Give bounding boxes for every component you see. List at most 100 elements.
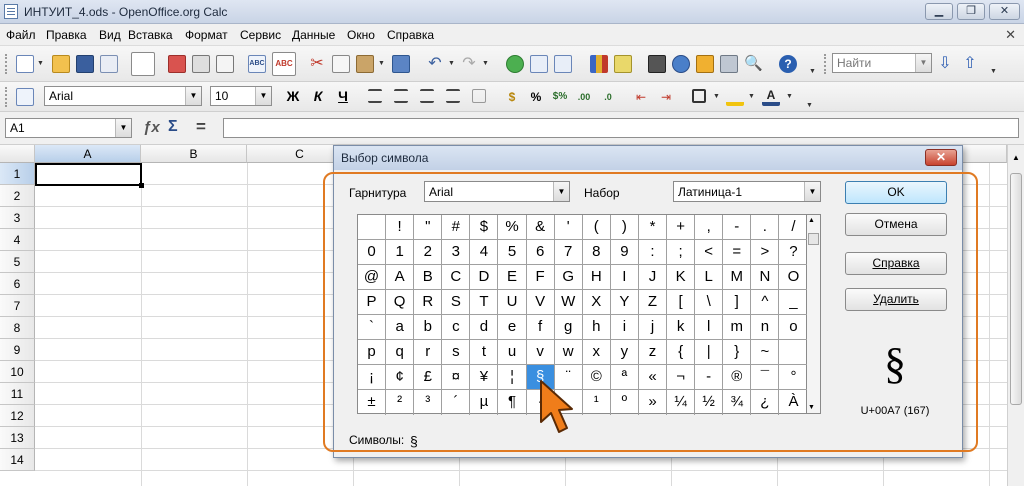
row-header-9[interactable]: 9 (0, 339, 35, 361)
symbol-cell[interactable]: W (554, 290, 583, 315)
symbol-cell[interactable]: Z (638, 290, 668, 315)
export-pdf-icon[interactable] (168, 55, 186, 73)
symbol-cell[interactable]: R (414, 290, 443, 315)
symbol-cell[interactable]: ¯ (751, 365, 780, 390)
symbol-cell[interactable]: + (667, 215, 696, 240)
standard-format-icon[interactable]: $% (551, 88, 569, 106)
symbol-cell[interactable]: h (582, 315, 611, 340)
spellcheck-icon[interactable]: ABC (248, 55, 266, 73)
symbol-cell[interactable]: C (442, 265, 471, 290)
new-document-icon[interactable] (16, 55, 34, 73)
symbol-cell[interactable]: d (470, 315, 499, 340)
symbol-cell[interactable]: u (498, 340, 527, 365)
symbol-cell[interactable]: 6 (526, 240, 555, 265)
chart-icon[interactable] (590, 55, 608, 73)
undo-icon[interactable]: ↶ (426, 55, 444, 73)
dialog-close-button[interactable]: ✕ (925, 149, 957, 166)
row-header-11[interactable]: 11 (0, 383, 35, 405)
column-header-a[interactable]: A (35, 145, 141, 163)
symbol-cell[interactable]: s (442, 340, 471, 365)
symbol-cell[interactable]: µ (470, 390, 499, 415)
symbol-cell[interactable]: ² (386, 390, 415, 415)
row-header-6[interactable]: 6 (0, 273, 35, 295)
navigator-icon[interactable] (672, 55, 690, 73)
ok-button[interactable]: OK (845, 181, 947, 204)
find-input[interactable]: Найти ▼ (832, 53, 932, 73)
symbol-cell[interactable]: ¼ (667, 390, 696, 415)
menu-edit[interactable]: Правка (46, 28, 87, 42)
column-header-b[interactable]: B (141, 145, 247, 163)
symbol-cell[interactable]: S (442, 290, 471, 315)
symbol-cell[interactable]: y (610, 340, 639, 365)
font-name-combo[interactable]: Arial ▼ (44, 86, 202, 106)
toolbar-overflow-icon[interactable]: ▼ (809, 68, 816, 75)
font-color-dropdown-icon[interactable]: ▼ (786, 93, 793, 100)
increase-indent-icon[interactable]: ⇥ (657, 88, 675, 106)
toolbar-grip[interactable] (5, 87, 9, 107)
symbol-cell[interactable] (358, 215, 387, 240)
symbol-cell[interactable]: M (723, 265, 752, 290)
align-center-icon[interactable] (394, 89, 408, 103)
symbol-cell[interactable]: r (414, 340, 443, 365)
symbol-cell[interactable]: [ (667, 290, 696, 315)
subset-select[interactable]: Латиница-1 ▼ (673, 181, 821, 202)
format-paintbrush-icon[interactable] (392, 55, 410, 73)
restore-button[interactable]: ❐ (957, 3, 985, 20)
hyperlink-icon[interactable] (506, 55, 524, 73)
symbol-cell[interactable]: ® (723, 365, 752, 390)
symbol-cell[interactable]: n (751, 315, 780, 340)
symbol-cell[interactable]: \ (695, 290, 724, 315)
row-header-8[interactable]: 8 (0, 317, 35, 339)
row-header-7[interactable]: 7 (0, 295, 35, 317)
draw-functions-icon[interactable] (614, 55, 632, 73)
new-dropdown-icon[interactable]: ▼ (37, 60, 44, 67)
help-icon[interactable]: ? (779, 55, 797, 73)
symbol-cell[interactable]: P (358, 290, 387, 315)
justify-icon[interactable] (446, 89, 460, 103)
symbol-cell[interactable] (779, 340, 808, 365)
scroll-up-icon[interactable]: ▲ (1010, 153, 1022, 165)
chevron-down-icon[interactable]: ▼ (115, 119, 131, 137)
symbol-cell[interactable]: . (751, 215, 780, 240)
symbol-cell[interactable]: j (638, 315, 668, 340)
help-button[interactable]: Справка (845, 252, 947, 275)
symbol-cell[interactable]: ª (610, 365, 639, 390)
symbol-cell[interactable]: g (554, 315, 583, 340)
symbol-cell[interactable]: ¿ (751, 390, 780, 415)
row-header-14[interactable]: 14 (0, 449, 35, 471)
symbol-cell[interactable]: U (498, 290, 527, 315)
zoom-icon[interactable]: 🔍 (744, 55, 763, 73)
symbol-cell[interactable]: L (695, 265, 724, 290)
menu-view[interactable]: Вид (99, 28, 121, 42)
copy-icon[interactable] (332, 55, 350, 73)
symbol-cell[interactable]: $ (470, 215, 499, 240)
symbol-cell[interactable]: N (751, 265, 780, 290)
row-header-4[interactable]: 4 (0, 229, 35, 251)
find-toolbar-overflow-icon[interactable]: ▼ (990, 68, 997, 75)
symbol-cell[interactable]: 5 (498, 240, 527, 265)
gallery-icon[interactable] (696, 55, 714, 73)
minimize-button[interactable]: ▁ (925, 3, 953, 20)
align-right-icon[interactable] (420, 89, 434, 103)
paste-dropdown-icon[interactable]: ▼ (378, 60, 385, 67)
scrollbar-thumb[interactable] (1010, 173, 1022, 405)
row-header-3[interactable]: 3 (0, 207, 35, 229)
symbol-cell[interactable]: b (414, 315, 443, 340)
symbol-cell[interactable]: ¬ (667, 365, 696, 390)
symbol-cell[interactable]: , (695, 215, 724, 240)
symbol-cell[interactable]: | (695, 340, 724, 365)
symbol-cell[interactable]: ´ (442, 390, 471, 415)
select-all-corner[interactable] (0, 145, 35, 163)
symbol-cell[interactable]: w (554, 340, 583, 365)
decrease-indent-icon[interactable]: ⇤ (632, 88, 650, 106)
borders-dropdown-icon[interactable]: ▼ (713, 93, 720, 100)
cancel-button[interactable]: Отмена (845, 213, 947, 236)
delete-decimal-icon[interactable]: .0 (599, 88, 617, 106)
symbol-cell[interactable]: ¾ (723, 390, 752, 415)
symbol-cell[interactable]: v (526, 340, 555, 365)
symbol-cell[interactable]: ¢ (386, 365, 415, 390)
symbol-cell[interactable]: i (610, 315, 639, 340)
symbol-cell[interactable]: ' (554, 215, 583, 240)
function-button[interactable]: = (196, 117, 206, 137)
symbol-cell[interactable]: p (358, 340, 387, 365)
